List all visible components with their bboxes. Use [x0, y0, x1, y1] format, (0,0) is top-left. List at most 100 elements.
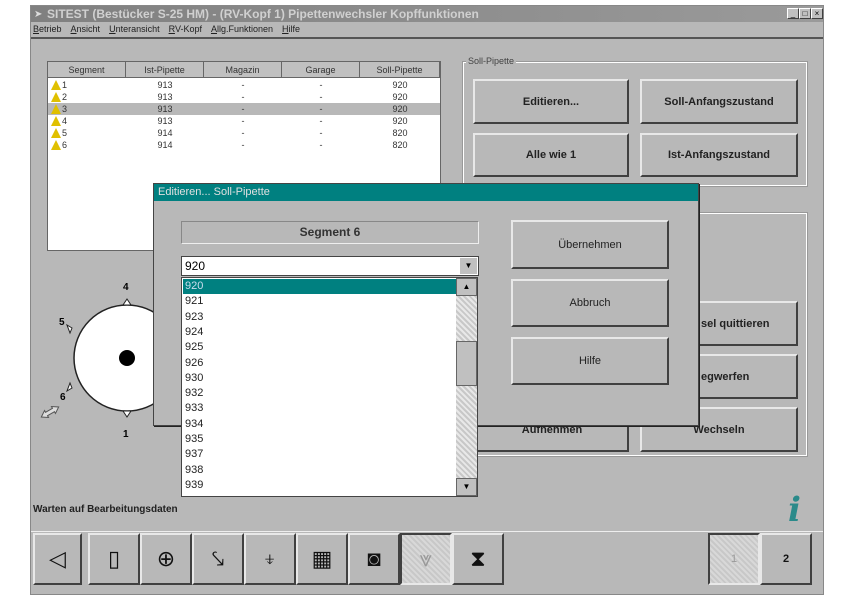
abbruch-button[interactable]: Abbruch — [511, 279, 669, 327]
scrollbar[interactable]: ▲ ▼ — [456, 278, 477, 496]
table-row[interactable]: 4 913 - - 920 — [48, 115, 440, 127]
window-title: SITEST (Bestücker S-25 HM) - (RV-Kopf 1)… — [47, 7, 479, 21]
list-item[interactable]: 934 — [183, 417, 457, 432]
list-item[interactable]: 925 — [183, 340, 457, 355]
table-cell: - — [241, 92, 245, 102]
list-item[interactable]: 935 — [183, 432, 457, 447]
col-soll-pipette[interactable]: Soll-Pipette — [360, 62, 440, 78]
pipette-combo[interactable]: 920 ▼ — [181, 256, 479, 276]
table-cell: 3 — [62, 104, 68, 114]
table-cell: 920 — [392, 116, 408, 126]
table-cell: - — [319, 80, 323, 90]
disk-center — [119, 350, 135, 366]
toolbar-button-2[interactable]: ⊕ — [140, 533, 192, 585]
close-button[interactable]: × — [811, 8, 823, 19]
back-icon: ◁ — [49, 546, 66, 571]
toolbar-button-5[interactable]: ▦ — [296, 533, 348, 585]
menu-ansicht[interactable]: Ansicht — [71, 22, 101, 36]
toolbar-button-3[interactable]: ⤥ — [192, 533, 244, 585]
back-button[interactable]: ◁ — [33, 533, 82, 585]
minimize-button[interactable]: _ — [787, 8, 799, 19]
segment-label-1: 1 — [123, 429, 129, 440]
table-cell: 2 — [62, 92, 68, 102]
table-cell: 913 — [157, 80, 173, 90]
col-segment[interactable]: Segment — [48, 62, 126, 78]
table-cell: - — [241, 104, 245, 114]
info-icon[interactable]: i — [788, 490, 801, 530]
list-item[interactable]: 933 — [183, 401, 457, 416]
col-ist-pipette[interactable]: Ist-Pipette — [126, 62, 204, 78]
table-row[interactable]: 2 913 - - 920 — [48, 91, 440, 103]
toolbar-button-4[interactable]: ⍖ — [244, 533, 296, 585]
document-icon: ▯ — [107, 546, 121, 571]
ist-anfangszustand-button[interactable]: Ist-Anfangszustand — [640, 133, 798, 177]
warning-icon — [51, 92, 61, 102]
scroll-down-icon[interactable]: ▼ — [456, 478, 477, 496]
mode-1-button[interactable]: 1 — [708, 533, 760, 585]
menu-betrieb[interactable]: Betrieb — [33, 22, 62, 36]
list-item[interactable]: 923 — [183, 310, 457, 325]
col-garage[interactable]: Garage — [282, 62, 360, 78]
list-item[interactable]: 938 — [183, 463, 457, 478]
list-item[interactable]: 924 — [183, 325, 457, 340]
menu-hilfe[interactable]: Hilfe — [282, 22, 300, 36]
table-cell: - — [319, 92, 323, 102]
table-cell: 4 — [62, 116, 68, 126]
list-item[interactable]: 939 — [183, 478, 457, 493]
combo-value: 920 — [185, 259, 206, 273]
menu-rv-kopf[interactable]: RV-Kopf — [169, 22, 202, 36]
warning-icon — [51, 128, 61, 138]
segment-label: Segment 6 — [181, 221, 479, 244]
uebernehmen-button[interactable]: Übernehmen — [511, 220, 669, 269]
table-row[interactable]: 6 914 - - 820 — [48, 139, 440, 151]
alle-wie-1-button[interactable]: Alle wie 1 — [473, 133, 629, 177]
table-row[interactable]: 1 913 - - 920 — [48, 79, 440, 91]
table-cell: 6 — [62, 140, 68, 150]
soll-anfangszustand-button[interactable]: Soll-Anfangszustand — [640, 79, 798, 124]
col-magazin[interactable]: Magazin — [204, 62, 282, 78]
table-cell: 920 — [392, 104, 408, 114]
list-item[interactable]: 921 — [183, 294, 457, 309]
table-cell: - — [241, 128, 245, 138]
segment-label-4: 4 — [123, 282, 129, 293]
list-item[interactable]: 920 — [183, 279, 457, 295]
disk-icon: ⊕ — [156, 546, 176, 571]
toolbar-button-6[interactable]: ◙ — [348, 533, 400, 585]
table-cell: 913 — [157, 104, 173, 114]
list-item[interactable]: 932 — [183, 386, 457, 401]
separator — [31, 37, 823, 39]
camera-icon: ◙ — [367, 546, 381, 571]
table-cell: - — [319, 128, 323, 138]
mode-2-button[interactable]: 2 — [760, 533, 812, 585]
list-item[interactable]: 930 — [183, 371, 457, 386]
table-cell: 920 — [392, 92, 408, 102]
magazine-icon: ⩔ — [419, 546, 433, 571]
table-cell: - — [241, 116, 245, 126]
list-item[interactable]: 926 — [183, 356, 457, 371]
table-cell: - — [319, 116, 323, 126]
warning-icon — [51, 116, 61, 126]
toolbar-button-1[interactable]: ▯ — [88, 533, 140, 585]
status-text: Warten auf Bearbeitungsdaten — [33, 504, 178, 515]
table-row[interactable]: 3 913 - - 920 — [48, 103, 440, 115]
toolbar-button-8[interactable]: ⧗ — [452, 533, 504, 585]
list-item[interactable]: 937 — [183, 447, 457, 462]
menu-unteransicht[interactable]: Unteransicht — [109, 22, 160, 36]
table-cell: - — [241, 80, 245, 90]
scroll-up-icon[interactable]: ▲ — [456, 278, 477, 296]
toolbar-button-7[interactable]: ⩔ — [400, 533, 452, 585]
combo-dropdown-icon[interactable]: ▼ — [460, 258, 477, 274]
maximize-button[interactable]: □ — [799, 8, 811, 19]
hilfe-button[interactable]: Hilfe — [511, 337, 669, 385]
editieren-button[interactable]: Editieren... — [473, 79, 629, 124]
app-icon: ➤ — [34, 9, 43, 20]
table-cell: 913 — [157, 116, 173, 126]
pipette-dropdown-list[interactable]: 920 921 923 924 925 926 930 932 933 934 935 937 938 9… — [181, 277, 478, 497]
warning-icon — [51, 104, 61, 114]
pipette-down-icon: ⍖ — [263, 546, 277, 571]
menu-allg-funktionen[interactable]: Allg.Funktionen — [211, 22, 273, 36]
revolver-disk — [40, 298, 170, 419]
table-row[interactable]: 5 914 - - 820 — [48, 127, 440, 139]
table-cell: 820 — [392, 140, 408, 150]
scroll-thumb[interactable] — [456, 341, 477, 386]
